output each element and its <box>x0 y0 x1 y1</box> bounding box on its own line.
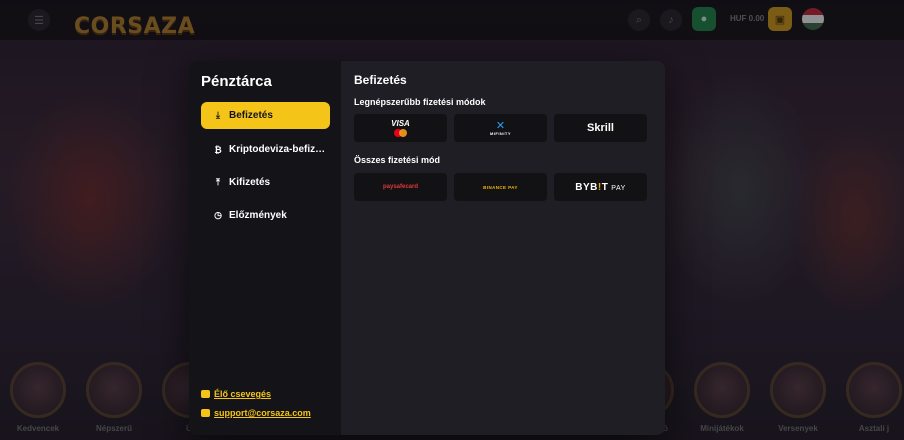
download-icon: ⤓ <box>216 110 220 120</box>
mail-icon <box>201 409 210 417</box>
popular-methods-title: Legnépszerűbb fizetési módok <box>354 97 486 107</box>
skrill-button[interactable]: Skrill <box>554 114 647 142</box>
mastercard-icon <box>393 129 407 137</box>
wallet-title: Pénztárca <box>201 73 272 90</box>
bitcoin-icon: ₿ <box>214 144 222 155</box>
paysafecard-button[interactable]: paysafecard <box>354 173 447 201</box>
bybit-t: T <box>601 181 609 193</box>
bybit-pay-button[interactable]: BYB!T PAY <box>554 173 647 201</box>
nav-crypto-deposit[interactable]: ₿ Kriptodeviza-befizetés <box>201 136 330 163</box>
binance-pay-logo: BINANCE PAY <box>483 184 518 190</box>
nav-label: Előzmények <box>229 210 287 221</box>
all-methods-title: Összes fizetési mód <box>354 155 441 165</box>
nav-withdraw[interactable]: ⤒ Kifizetés <box>201 169 330 196</box>
wallet-sidebar: Pénztárca ⤓ Befizetés ₿ Kriptodeviza-bef… <box>189 61 341 435</box>
support-email-label: support@corsaza.com <box>214 408 311 418</box>
bybit-pay-text: PAY <box>611 184 626 192</box>
live-chat-label: Élő csevegés <box>214 389 272 399</box>
support-email-link[interactable]: support@corsaza.com <box>201 408 311 418</box>
nav-history[interactable]: ◷ Előzmények <box>201 202 330 229</box>
upload-icon: ⤒ <box>216 177 220 187</box>
deposit-title: Befizetés <box>354 73 407 87</box>
bybit-text: BYB <box>575 181 598 193</box>
bybit-logo: BYB!T PAY <box>575 182 626 193</box>
live-chat-link[interactable]: Élő csevegés <box>201 389 271 399</box>
nav-deposit[interactable]: ⤓ Befizetés <box>201 102 330 129</box>
deposit-panel: Befizetés ✕ Legnépszerűbb fizetési módok… <box>341 61 665 435</box>
nav-label: Befizetés <box>229 110 273 121</box>
wallet-modal: Pénztárca ⤓ Befizetés ₿ Kriptodeviza-bef… <box>189 61 665 435</box>
visa-mastercard-button[interactable]: VISA <box>354 114 447 142</box>
chat-icon <box>201 390 210 398</box>
nav-label: Kriptodeviza-befizetés <box>229 144 329 155</box>
visa-logo: VISA <box>391 119 410 128</box>
mifinity-icon: ✕ <box>495 119 506 132</box>
nav-label: Kifizetés <box>229 177 271 188</box>
mifinity-button[interactable]: ✕ MIFINITY <box>454 114 547 142</box>
binance-pay-button[interactable]: BINANCE PAY <box>454 173 547 201</box>
mifinity-logo: MIFINITY <box>489 130 512 136</box>
paysafecard-logo: paysafecard <box>382 184 419 190</box>
skrill-logo: Skrill <box>587 122 614 134</box>
clock-icon: ◷ <box>214 210 222 220</box>
